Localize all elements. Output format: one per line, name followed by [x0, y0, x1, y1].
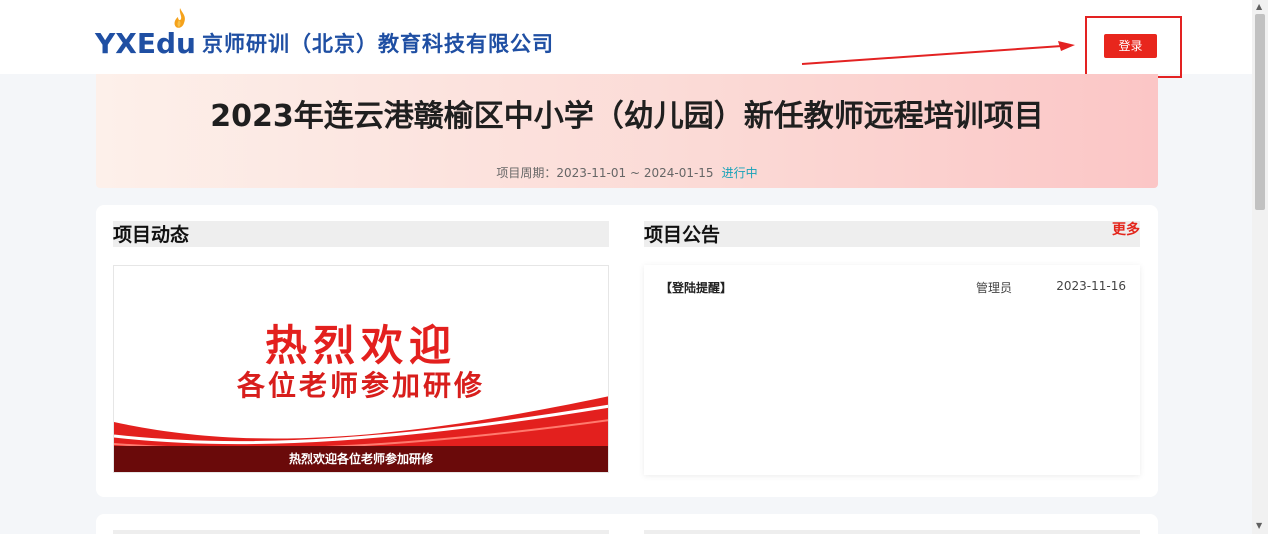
notice-section-title: 项目公告 [644, 224, 721, 246]
more-link[interactable]: 更多 [1112, 219, 1140, 239]
second-left-header [113, 530, 609, 534]
second-content-card [96, 514, 1158, 534]
second-right-header [644, 530, 1140, 534]
news-section-title: 项目动态 [113, 224, 190, 246]
project-banner: 2023年连云港赣榆区中小学（幼儿园）新任教师远程培训项目 项目周期：2023-… [96, 74, 1158, 188]
scrollbar-thumb[interactable] [1255, 14, 1265, 210]
news-section-header: 项目动态 [113, 221, 609, 247]
notice-author: 管理员 [976, 281, 1013, 295]
flame-icon [174, 8, 185, 28]
logo-wordmark: YXEdu [95, 27, 196, 60]
project-period: 项目周期：2023-11-01 ~ 2024-01-15 进行中 [96, 164, 1158, 181]
notice-title[interactable]: 【登陆提醒】 [660, 279, 732, 296]
period-label: 项目周期：2023-11-01 ~ 2024-01-15 [496, 166, 714, 180]
scroll-down-icon[interactable]: ▼ [1256, 521, 1262, 530]
company-name: 京师研训（北京）教育科技有限公司 [201, 32, 554, 56]
pointer-arrow [801, 41, 1075, 65]
login-button[interactable]: 登录 [1104, 34, 1157, 58]
status-badge: 进行中 [721, 166, 758, 180]
content-card: 项目动态 热烈欢迎 各位老师参加研修 热烈欢迎各位老师参加研修 项目公告 更多 … [96, 205, 1158, 497]
page-scrollbar[interactable]: ▲ ▼ [1252, 0, 1268, 534]
notice-date: 2023-11-16 [1056, 279, 1126, 293]
notice-section-header: 项目公告 更多 [644, 221, 1140, 247]
list-item[interactable]: 【登陆提醒】 管理员 2023-11-16 [660, 279, 1126, 299]
notice-list: 【登陆提醒】 管理员 2023-11-16 [644, 265, 1140, 475]
top-header: YXEdu 京师研训（北京）教育科技有限公司 登录 [0, 0, 1252, 78]
news-caption: 热烈欢迎各位老师参加研修 [114, 446, 608, 472]
project-title: 2023年连云港赣榆区中小学（幼儿园）新任教师远程培训项目 [210, 99, 1044, 134]
site-logo[interactable]: YXEdu 京师研训（北京）教育科技有限公司 [95, 8, 554, 62]
news-image-card[interactable]: 热烈欢迎 各位老师参加研修 热烈欢迎各位老师参加研修 [113, 265, 609, 473]
red-wave-graphic [114, 396, 608, 450]
scroll-up-icon[interactable]: ▲ [1256, 2, 1262, 11]
